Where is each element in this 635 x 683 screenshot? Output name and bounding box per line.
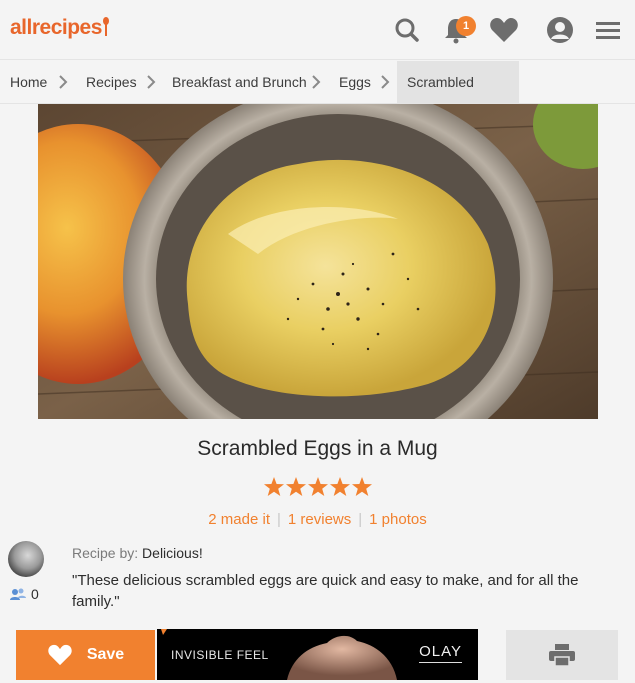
save-button[interactable]: Save	[16, 630, 155, 680]
ad-brand-logo: OLAY	[419, 643, 462, 663]
heart-icon	[48, 644, 72, 666]
followers-count[interactable]: 0	[10, 586, 39, 602]
star-rating[interactable]	[0, 476, 635, 503]
top-navigation-bar: allrecipes 1	[0, 0, 635, 60]
recipe-stats: 2 made it | 1 reviews | 1 photos	[0, 511, 635, 528]
logo-text: allrecipes	[10, 16, 102, 39]
print-button[interactable]	[506, 630, 618, 680]
printer-icon	[549, 644, 575, 667]
breadcrumb-home[interactable]: Home	[10, 61, 47, 103]
reviews-link[interactable]: 1 reviews	[288, 511, 351, 528]
recipe-by-label: Recipe by:	[72, 545, 139, 561]
divider: |	[276, 511, 281, 528]
recipe-by: Recipe by: Delicious!	[72, 545, 203, 561]
photos-link[interactable]: 1 photos	[369, 511, 427, 528]
allrecipes-logo[interactable]: allrecipes	[10, 16, 109, 40]
advertisement-banner[interactable]: INVISIBLE FEEL OLAY	[157, 629, 478, 680]
breadcrumb-recipes[interactable]: Recipes	[86, 61, 137, 103]
recipe-description: "These delicious scrambled eggs are quic…	[72, 572, 579, 610]
made-it-link[interactable]: 2 made it	[208, 511, 270, 528]
star-icon	[329, 477, 350, 496]
breadcrumb: Home Recipes Breakfast and Brunch Eggs S…	[0, 61, 635, 132]
notification-badge: 1	[456, 16, 476, 36]
breadcrumb-eggs[interactable]: Eggs	[339, 61, 371, 103]
heart-icon[interactable]	[488, 14, 520, 46]
breadcrumb-scrambled-eggs[interactable]: Scrambled Eggs	[397, 61, 519, 132]
recipe-photo[interactable]	[38, 104, 598, 419]
search-icon[interactable]	[391, 14, 423, 46]
followers-number: 0	[31, 586, 39, 602]
star-icon	[351, 477, 372, 496]
author-name[interactable]: Delicious!	[142, 545, 203, 561]
followers-icon	[10, 588, 26, 600]
profile-icon[interactable]	[544, 14, 576, 46]
scrambled-eggs-mug-photo	[38, 104, 598, 419]
spoon-icon	[102, 17, 109, 37]
save-label: Save	[86, 646, 125, 663]
ad-text: INVISIBLE FEEL	[171, 648, 269, 662]
star-icon	[307, 477, 328, 496]
chevron-right-icon	[381, 75, 390, 89]
chevron-right-icon	[312, 75, 321, 89]
star-icon	[285, 477, 306, 496]
chevron-right-icon	[147, 75, 156, 89]
recipe-title: Scrambled Eggs in a Mug	[197, 437, 438, 460]
star-icon	[263, 477, 284, 496]
chevron-right-icon	[59, 75, 68, 89]
author-avatar[interactable]	[8, 541, 44, 577]
breadcrumb-breakfast-and-brunch[interactable]: Breakfast and Brunch	[172, 61, 307, 103]
divider: |	[358, 511, 363, 528]
menu-icon[interactable]	[592, 14, 624, 46]
